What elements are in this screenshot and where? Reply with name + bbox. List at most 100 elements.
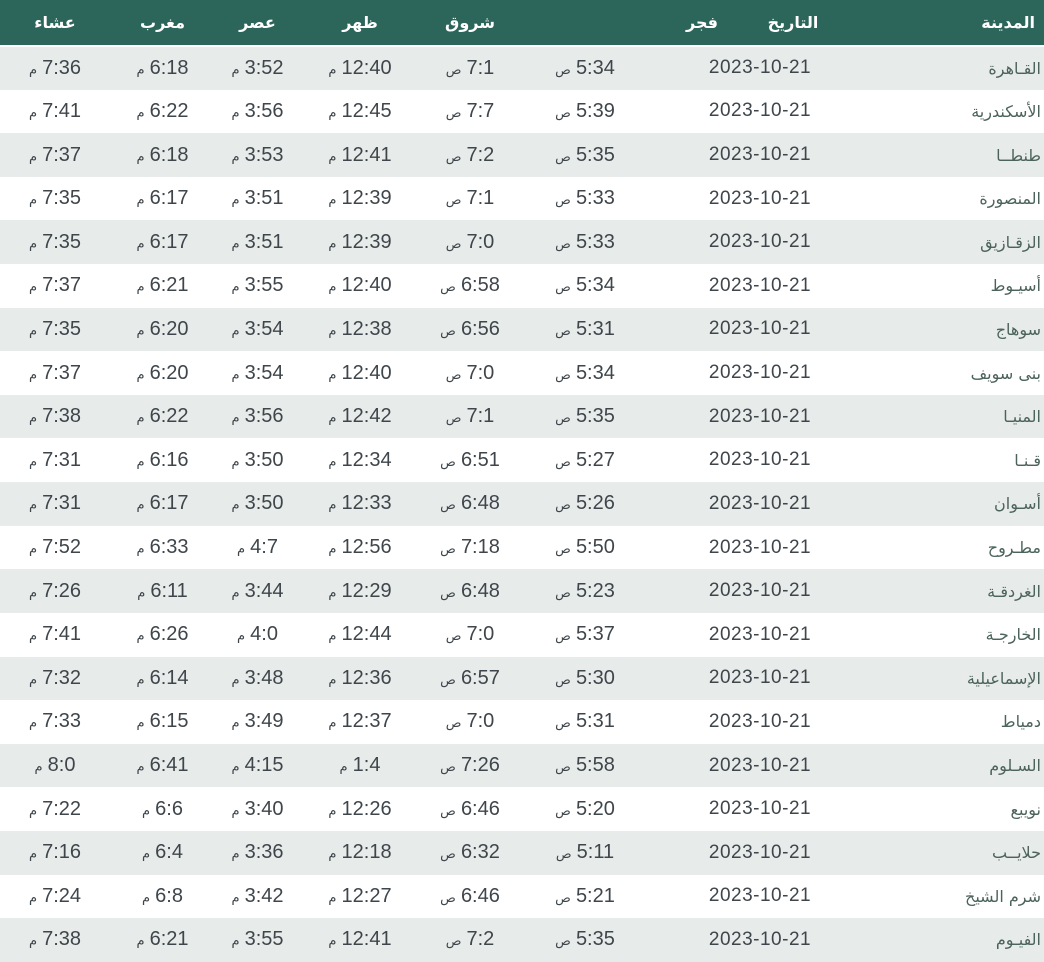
time-value: 5:34 bbox=[576, 57, 615, 79]
time-value: 6:18 bbox=[150, 144, 189, 166]
am-pm-suffix: م bbox=[29, 586, 37, 601]
time-value: 3:51 bbox=[245, 231, 284, 253]
time-value: 12:27 bbox=[342, 885, 392, 907]
city-name-cell: سوهاج bbox=[870, 308, 1044, 352]
city-name-cell: السـلوم bbox=[870, 744, 1044, 788]
prayer-times-table: المدينةالتاريخفجرشروقظهرعصرمغربعشاء القـ… bbox=[0, 0, 1044, 962]
city-name-cell: أسيـوط bbox=[870, 264, 1044, 308]
table-row: سوهاج2023-10-215:31 ص6:56 ص12:38 م3:54 م… bbox=[0, 308, 1044, 352]
time-value: 5:35 bbox=[576, 405, 615, 427]
city-name-cell: دمياط bbox=[870, 700, 1044, 744]
isha-time-cell: 7:31 م bbox=[0, 438, 110, 482]
am-pm-suffix: م bbox=[136, 324, 144, 339]
isha-time-cell: 7:35 م bbox=[0, 177, 110, 221]
time-value: 6:20 bbox=[150, 318, 189, 340]
shurooq-time-cell: 7:0 ص bbox=[420, 700, 520, 744]
fajr-time-cell: 5:39 ص bbox=[520, 90, 650, 134]
am-pm-suffix: ص bbox=[446, 934, 462, 949]
city-name-cell: المنصورة bbox=[870, 177, 1044, 221]
column-header-date: التاريخ bbox=[650, 0, 870, 46]
isha-time-cell: 7:33 م bbox=[0, 700, 110, 744]
asr-time-cell: 3:54 م bbox=[215, 351, 300, 395]
am-pm-suffix: ص bbox=[440, 891, 456, 906]
asr-time-cell: 3:48 م bbox=[215, 657, 300, 701]
am-pm-suffix: م bbox=[237, 629, 245, 644]
am-pm-suffix: م bbox=[29, 891, 37, 906]
am-pm-suffix: م bbox=[328, 498, 336, 513]
time-value: 6:26 bbox=[150, 623, 189, 645]
time-value: 7:36 bbox=[42, 57, 81, 79]
maghrib-time-cell: 6:6 م bbox=[110, 787, 215, 831]
am-pm-suffix: ص bbox=[555, 629, 571, 644]
asr-time-cell: 3:36 م bbox=[215, 831, 300, 875]
isha-time-cell: 7:16 م bbox=[0, 831, 110, 875]
am-pm-suffix: م bbox=[328, 411, 336, 426]
table-row: بنى سويف2023-10-215:34 ص7:0 ص12:40 م3:54… bbox=[0, 351, 1044, 395]
shurooq-time-cell: 7:2 ص bbox=[420, 133, 520, 177]
am-pm-suffix: م bbox=[328, 673, 336, 688]
table-row: أسيـوط2023-10-215:34 ص6:58 ص12:40 م3:55 … bbox=[0, 264, 1044, 308]
shurooq-time-cell: 6:46 ص bbox=[420, 787, 520, 831]
am-pm-suffix: م bbox=[29, 716, 37, 731]
date-cell: 2023-10-21 bbox=[650, 220, 870, 264]
asr-time-cell: 3:55 م bbox=[215, 918, 300, 962]
time-value: 6:21 bbox=[150, 274, 189, 296]
dhuhr-time-cell: 12:38 م bbox=[300, 308, 420, 352]
time-value: 3:36 bbox=[245, 841, 284, 863]
am-pm-suffix: م bbox=[29, 280, 37, 295]
am-pm-suffix: م bbox=[136, 716, 144, 731]
am-pm-suffix: ص bbox=[555, 324, 571, 339]
maghrib-time-cell: 6:11 م bbox=[110, 569, 215, 613]
time-value: 6:57 bbox=[461, 667, 500, 689]
time-value: 3:52 bbox=[245, 57, 284, 79]
dhuhr-time-cell: 12:40 م bbox=[300, 264, 420, 308]
time-value: 3:54 bbox=[245, 318, 284, 340]
time-value: 6:48 bbox=[461, 492, 500, 514]
am-pm-suffix: ص bbox=[555, 586, 571, 601]
time-value: 6:8 bbox=[155, 885, 183, 907]
isha-time-cell: 7:36 م bbox=[0, 46, 110, 90]
dhuhr-time-cell: 12:27 م bbox=[300, 875, 420, 919]
am-pm-suffix: ص bbox=[440, 586, 456, 601]
fajr-time-cell: 5:50 ص bbox=[520, 526, 650, 570]
asr-time-cell: 3:49 م bbox=[215, 700, 300, 744]
date-cell: 2023-10-21 bbox=[650, 918, 870, 962]
time-value: 6:58 bbox=[461, 274, 500, 296]
isha-time-cell: 7:31 م bbox=[0, 482, 110, 526]
am-pm-suffix: م bbox=[29, 63, 37, 78]
am-pm-suffix: م bbox=[231, 804, 239, 819]
asr-time-cell: 3:51 م bbox=[215, 177, 300, 221]
fajr-time-cell: 5:31 ص bbox=[520, 308, 650, 352]
time-value: 12:38 bbox=[342, 318, 392, 340]
time-value: 5:30 bbox=[576, 667, 615, 689]
date-cell: 2023-10-21 bbox=[650, 438, 870, 482]
table-row: القـاهرة2023-10-215:34 ص7:1 ص12:40 م3:52… bbox=[0, 46, 1044, 90]
maghrib-time-cell: 6:8 م bbox=[110, 875, 215, 919]
asr-time-cell: 3:53 م bbox=[215, 133, 300, 177]
fajr-time-cell: 5:11 ص bbox=[520, 831, 650, 875]
table-row: الإسماعيلية2023-10-215:30 ص6:57 ص12:36 م… bbox=[0, 657, 1044, 701]
am-pm-suffix: م bbox=[29, 542, 37, 557]
am-pm-suffix: م bbox=[29, 106, 37, 121]
am-pm-suffix: م bbox=[231, 150, 239, 165]
maghrib-time-cell: 6:16 م bbox=[110, 438, 215, 482]
maghrib-time-cell: 6:21 م bbox=[110, 918, 215, 962]
time-value: 6:17 bbox=[150, 187, 189, 209]
time-value: 6:20 bbox=[150, 362, 189, 384]
dhuhr-time-cell: 12:56 م bbox=[300, 526, 420, 570]
fajr-time-cell: 5:35 ص bbox=[520, 133, 650, 177]
shurooq-time-cell: 7:1 ص bbox=[420, 177, 520, 221]
isha-time-cell: 7:26 م bbox=[0, 569, 110, 613]
am-pm-suffix: ص bbox=[446, 629, 462, 644]
column-header-label: التاريخ bbox=[768, 13, 819, 32]
time-value: 5:31 bbox=[576, 318, 615, 340]
am-pm-suffix: م bbox=[328, 716, 336, 731]
date-cell: 2023-10-21 bbox=[650, 569, 870, 613]
dhuhr-time-cell: 12:45 م bbox=[300, 90, 420, 134]
shurooq-time-cell: 7:26 ص bbox=[420, 744, 520, 788]
time-value: 5:39 bbox=[576, 100, 615, 122]
time-value: 6:22 bbox=[150, 405, 189, 427]
asr-time-cell: 3:50 م bbox=[215, 438, 300, 482]
date-cell: 2023-10-21 bbox=[650, 875, 870, 919]
am-pm-suffix: م bbox=[231, 324, 239, 339]
